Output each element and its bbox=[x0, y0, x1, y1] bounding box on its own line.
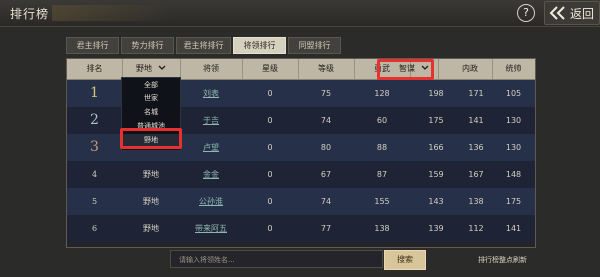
col-location-label: 野地 bbox=[136, 64, 152, 73]
level-cell: 74 bbox=[320, 116, 332, 125]
general-name-link[interactable]: 卢望 bbox=[180, 134, 242, 161]
level-cell: 77 bbox=[320, 224, 332, 233]
tab-faction-ranking[interactable]: 势力排行 bbox=[121, 37, 174, 54]
general-search-input[interactable]: 请输入将领姓名... bbox=[170, 250, 383, 268]
col-stars-header[interactable]: 星级 bbox=[242, 59, 299, 79]
rank-cell: 2 bbox=[67, 107, 122, 134]
col-location-filter[interactable]: 野地 bbox=[122, 59, 181, 79]
general-name-link[interactable]: 于吉 bbox=[180, 107, 242, 134]
tab-general-ranking[interactable]: 将领排行 bbox=[233, 37, 286, 54]
page-title: 排行榜 bbox=[10, 7, 50, 21]
top-bar: 排行榜 ? 返回 bbox=[0, 0, 600, 27]
back-arrow-icon bbox=[549, 6, 565, 20]
location-cell: 野地 bbox=[143, 197, 159, 206]
back-button[interactable]: 返回 bbox=[544, 1, 600, 25]
tab-alliance-ranking[interactable]: 同盟排行 bbox=[288, 37, 341, 54]
highlight-wildland-option bbox=[120, 128, 182, 149]
command-cell: 148 bbox=[505, 170, 522, 179]
search-button[interactable]: 搜索 bbox=[384, 250, 426, 270]
rank-value: 3 bbox=[90, 139, 99, 155]
help-icon[interactable]: ? bbox=[517, 4, 535, 22]
refresh-note: 排行榜整点刷新 bbox=[478, 256, 527, 264]
command-cell: 141 bbox=[505, 224, 522, 233]
table-row[interactable]: 6 野地 带来阿五 0 77 138 139 112 141 bbox=[67, 215, 535, 242]
valor-cell: 87 bbox=[376, 170, 388, 179]
rank-cell: 3 bbox=[67, 134, 122, 161]
general-name-link[interactable]: 带来阿五 bbox=[180, 215, 242, 242]
level-cell: 67 bbox=[320, 170, 332, 179]
dropdown-option-clan[interactable]: 世家 bbox=[122, 92, 180, 105]
command-cell: 175 bbox=[505, 197, 522, 206]
valor-cell: 128 bbox=[374, 89, 390, 98]
rank-cell: 6 bbox=[91, 224, 98, 233]
col-general-header: 将领 bbox=[180, 59, 243, 79]
rank-value: 2 bbox=[90, 112, 99, 128]
rank-cell: 5 bbox=[91, 197, 98, 206]
valor-cell: 138 bbox=[374, 224, 390, 233]
dropdown-option-all[interactable]: 全部 bbox=[122, 79, 180, 92]
tab-lord-general-ranking[interactable]: 君主将排行 bbox=[176, 37, 231, 54]
command-cell: 130 bbox=[505, 116, 522, 125]
col-rank-header: 排名 bbox=[67, 59, 123, 79]
back-label: 返回 bbox=[570, 7, 595, 21]
col-command-header[interactable]: 统帅 bbox=[492, 59, 535, 79]
stars-cell: 0 bbox=[267, 116, 273, 125]
table-row[interactable]: 5 野地 公孙淮 0 74 155 143 138 175 bbox=[67, 188, 535, 215]
rank-value: 1 bbox=[90, 85, 99, 101]
level-cell: 74 bbox=[320, 197, 332, 206]
stars-cell: 0 bbox=[267, 197, 273, 206]
stars-cell: 0 bbox=[267, 170, 273, 179]
valor-cell: 88 bbox=[376, 143, 388, 152]
stars-cell: 0 bbox=[267, 89, 273, 98]
command-cell: 105 bbox=[505, 89, 522, 98]
level-cell: 75 bbox=[320, 89, 332, 98]
col-level-header[interactable]: 等级 bbox=[298, 59, 355, 79]
rank-cell: 1 bbox=[67, 80, 122, 107]
col-politics-header[interactable]: 内政 bbox=[448, 59, 493, 79]
level-cell: 80 bbox=[320, 143, 332, 152]
dropdown-option-famous-city[interactable]: 名城 bbox=[122, 106, 180, 119]
rank-cell: 4 bbox=[91, 170, 98, 179]
location-cell: 野地 bbox=[143, 224, 159, 233]
general-name-link[interactable]: 刘表 bbox=[180, 80, 242, 107]
general-name-link[interactable]: 公孙淮 bbox=[180, 188, 242, 215]
title-decoration bbox=[52, 5, 172, 21]
tab-lord-ranking[interactable]: 君主排行 bbox=[66, 37, 119, 54]
general-name-link[interactable]: 金金 bbox=[180, 161, 242, 188]
location-cell: 野地 bbox=[143, 170, 159, 179]
stars-cell: 0 bbox=[267, 224, 273, 233]
valor-cell: 60 bbox=[376, 116, 388, 125]
command-cell: 130 bbox=[505, 143, 522, 152]
valor-cell: 155 bbox=[374, 197, 390, 206]
stars-cell: 0 bbox=[267, 143, 273, 152]
chevron-down-icon bbox=[158, 65, 166, 70]
highlight-wisdom-sort bbox=[377, 59, 434, 80]
table-row[interactable]: 4 野地 金金 0 67 87 159 167 148 bbox=[67, 161, 535, 188]
